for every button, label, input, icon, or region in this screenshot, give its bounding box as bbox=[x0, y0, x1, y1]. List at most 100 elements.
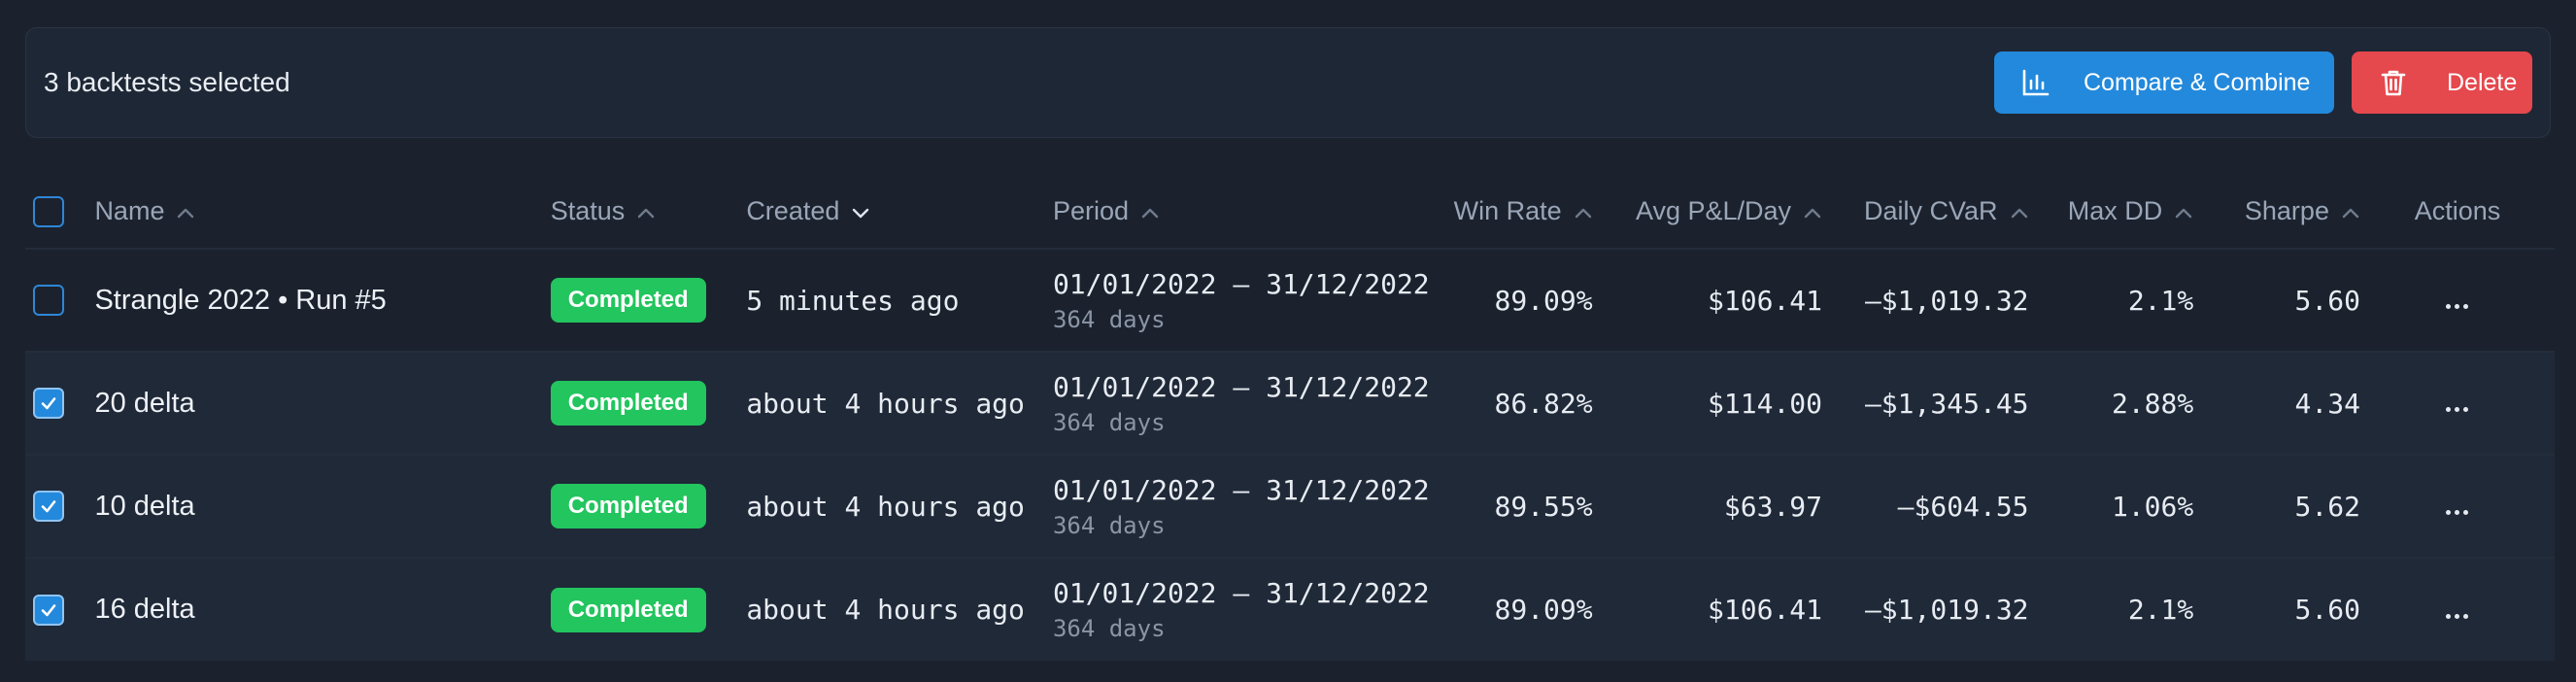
row-sharpe: 5.60 bbox=[2294, 284, 2360, 317]
row-actions-cell bbox=[2360, 352, 2555, 455]
delete-label: Delete bbox=[2447, 68, 2518, 96]
row-created: about 4 hours ago bbox=[746, 490, 1025, 523]
checkmark-icon bbox=[41, 397, 56, 410]
row-status-cell: Completed bbox=[550, 558, 747, 661]
column-sharpe[interactable]: Sharpe bbox=[2193, 175, 2360, 249]
compare-combine-button[interactable]: Compare & Combine bbox=[1994, 51, 2334, 114]
select-all-cell bbox=[25, 175, 94, 249]
selection-bar: 3 backtests selected Compare & Combine D… bbox=[25, 27, 2551, 138]
row-sharpe: 5.60 bbox=[2294, 594, 2360, 626]
checkmark-icon bbox=[41, 603, 56, 616]
status-badge: Completed bbox=[550, 278, 706, 323]
sort-up-icon bbox=[1575, 208, 1591, 219]
row-period: 01/01/2022 – 31/12/2022 bbox=[1052, 370, 1430, 403]
delete-button[interactable]: Delete bbox=[2352, 51, 2532, 114]
row-select-cell bbox=[25, 249, 94, 352]
column-period-label: Period bbox=[1052, 196, 1129, 225]
more-options-icon[interactable] bbox=[2446, 304, 2469, 309]
row-status-cell: Completed bbox=[550, 249, 747, 352]
compare-combine-label: Compare & Combine bbox=[2084, 68, 2311, 96]
column-name-label: Name bbox=[94, 196, 165, 225]
column-avg-pnl-label: Avg P&L/Day bbox=[1635, 196, 1792, 225]
status-badge: Completed bbox=[550, 587, 706, 632]
sort-down-icon bbox=[853, 208, 869, 219]
bulk-actions: Compare & Combine Delete bbox=[1994, 51, 2532, 114]
checkmark-icon bbox=[41, 500, 56, 513]
row-daily-cvar: –$1,019.32 bbox=[1864, 594, 2029, 626]
column-created[interactable]: Created bbox=[746, 175, 1053, 249]
row-daily-cvar: –$1,345.45 bbox=[1864, 387, 2029, 420]
column-actions: Actions bbox=[2360, 175, 2555, 249]
row-checkbox[interactable] bbox=[33, 285, 64, 316]
sort-up-icon bbox=[1141, 208, 1159, 219]
sort-up-icon bbox=[2176, 208, 2192, 219]
column-win-rate[interactable]: Win Rate bbox=[1430, 175, 1593, 249]
row-avg-pnl: $114.00 bbox=[1708, 387, 1823, 420]
row-win-rate: 86.82% bbox=[1494, 387, 1593, 420]
row-name[interactable]: 10 delta bbox=[94, 455, 550, 558]
column-daily-cvar[interactable]: Daily CVaR bbox=[1822, 175, 2029, 249]
more-options-icon[interactable] bbox=[2446, 407, 2469, 412]
select-all-checkbox[interactable] bbox=[33, 195, 64, 227]
status-badge: Completed bbox=[550, 484, 706, 529]
row-created: about 4 hours ago bbox=[746, 594, 1025, 626]
row-win-rate: 89.55% bbox=[1494, 490, 1593, 523]
row-name[interactable]: 20 delta bbox=[94, 352, 550, 455]
sort-up-icon bbox=[1804, 208, 1821, 219]
backtests-table: Name Status Created Period Win Rate Avg … bbox=[25, 175, 2555, 661]
column-daily-cvar-label: Daily CVaR bbox=[1864, 196, 1998, 225]
row-max-dd: 2.88% bbox=[2111, 387, 2194, 420]
more-options-icon[interactable] bbox=[2446, 510, 2469, 515]
column-sharpe-label: Sharpe bbox=[2244, 196, 2329, 225]
row-win-rate: 89.09% bbox=[1494, 284, 1593, 317]
row-name[interactable]: Strangle 2022 • Run #5 bbox=[94, 249, 550, 352]
row-avg-pnl: $106.41 bbox=[1708, 284, 1823, 317]
column-status[interactable]: Status bbox=[551, 175, 747, 249]
table-row[interactable]: 10 delta Completed about 4 hours ago 01/… bbox=[25, 455, 2555, 558]
selection-count: 3 backtests selected bbox=[44, 67, 290, 97]
sort-up-icon bbox=[2342, 208, 2359, 219]
table-row[interactable]: Strangle 2022 • Run #5 Completed 5 minut… bbox=[25, 249, 2555, 352]
row-period: 01/01/2022 – 31/12/2022 bbox=[1052, 473, 1430, 506]
column-avg-pnl[interactable]: Avg P&L/Day bbox=[1593, 175, 1822, 249]
row-checkbox[interactable] bbox=[33, 491, 64, 522]
row-daily-cvar: –$604.55 bbox=[1897, 490, 2029, 523]
table-row[interactable]: 20 delta Completed about 4 hours ago 01/… bbox=[25, 352, 2555, 455]
row-period-days: 364 days bbox=[1052, 511, 1166, 539]
row-period-cell: 01/01/2022 – 31/12/2022 364 days bbox=[1053, 352, 1430, 455]
sort-up-icon bbox=[2011, 208, 2027, 219]
column-name[interactable]: Name bbox=[94, 175, 550, 249]
row-status-cell: Completed bbox=[550, 455, 747, 558]
row-name[interactable]: 16 delta bbox=[94, 558, 550, 661]
column-win-rate-label: Win Rate bbox=[1453, 196, 1562, 225]
table-row[interactable]: 16 delta Completed about 4 hours ago 01/… bbox=[25, 558, 2555, 661]
status-badge: Completed bbox=[550, 381, 706, 426]
row-period-cell: 01/01/2022 – 31/12/2022 364 days bbox=[1053, 455, 1430, 558]
column-status-label: Status bbox=[550, 196, 626, 225]
column-created-label: Created bbox=[746, 196, 840, 225]
row-sharpe: 4.34 bbox=[2294, 387, 2360, 420]
row-select-cell bbox=[25, 455, 94, 558]
row-period-cell: 01/01/2022 – 31/12/2022 364 days bbox=[1053, 558, 1430, 661]
row-period-days: 364 days bbox=[1052, 615, 1166, 642]
row-daily-cvar: –$1,019.32 bbox=[1864, 284, 2029, 317]
row-checkbox[interactable] bbox=[33, 594, 64, 626]
row-period: 01/01/2022 – 31/12/2022 bbox=[1052, 577, 1430, 609]
row-avg-pnl: $106.41 bbox=[1708, 594, 1823, 626]
row-win-rate: 89.09% bbox=[1494, 594, 1593, 626]
row-sharpe: 5.62 bbox=[2294, 490, 2360, 523]
more-options-icon[interactable] bbox=[2446, 613, 2469, 619]
row-created: about 4 hours ago bbox=[746, 387, 1025, 420]
sort-up-icon bbox=[638, 208, 655, 219]
bar-chart-icon bbox=[2021, 68, 2051, 97]
column-max-dd[interactable]: Max DD bbox=[2029, 175, 2194, 249]
row-period-days: 364 days bbox=[1052, 305, 1166, 333]
table-header: Name Status Created Period Win Rate Avg … bbox=[25, 175, 2555, 249]
row-max-dd: 2.1% bbox=[2127, 594, 2194, 626]
row-period: 01/01/2022 – 31/12/2022 bbox=[1052, 267, 1430, 300]
row-checkbox[interactable] bbox=[33, 388, 64, 419]
row-period-days: 364 days bbox=[1052, 408, 1166, 436]
row-max-dd: 1.06% bbox=[2111, 490, 2194, 523]
column-period[interactable]: Period bbox=[1053, 175, 1430, 249]
row-actions-cell bbox=[2360, 249, 2555, 352]
